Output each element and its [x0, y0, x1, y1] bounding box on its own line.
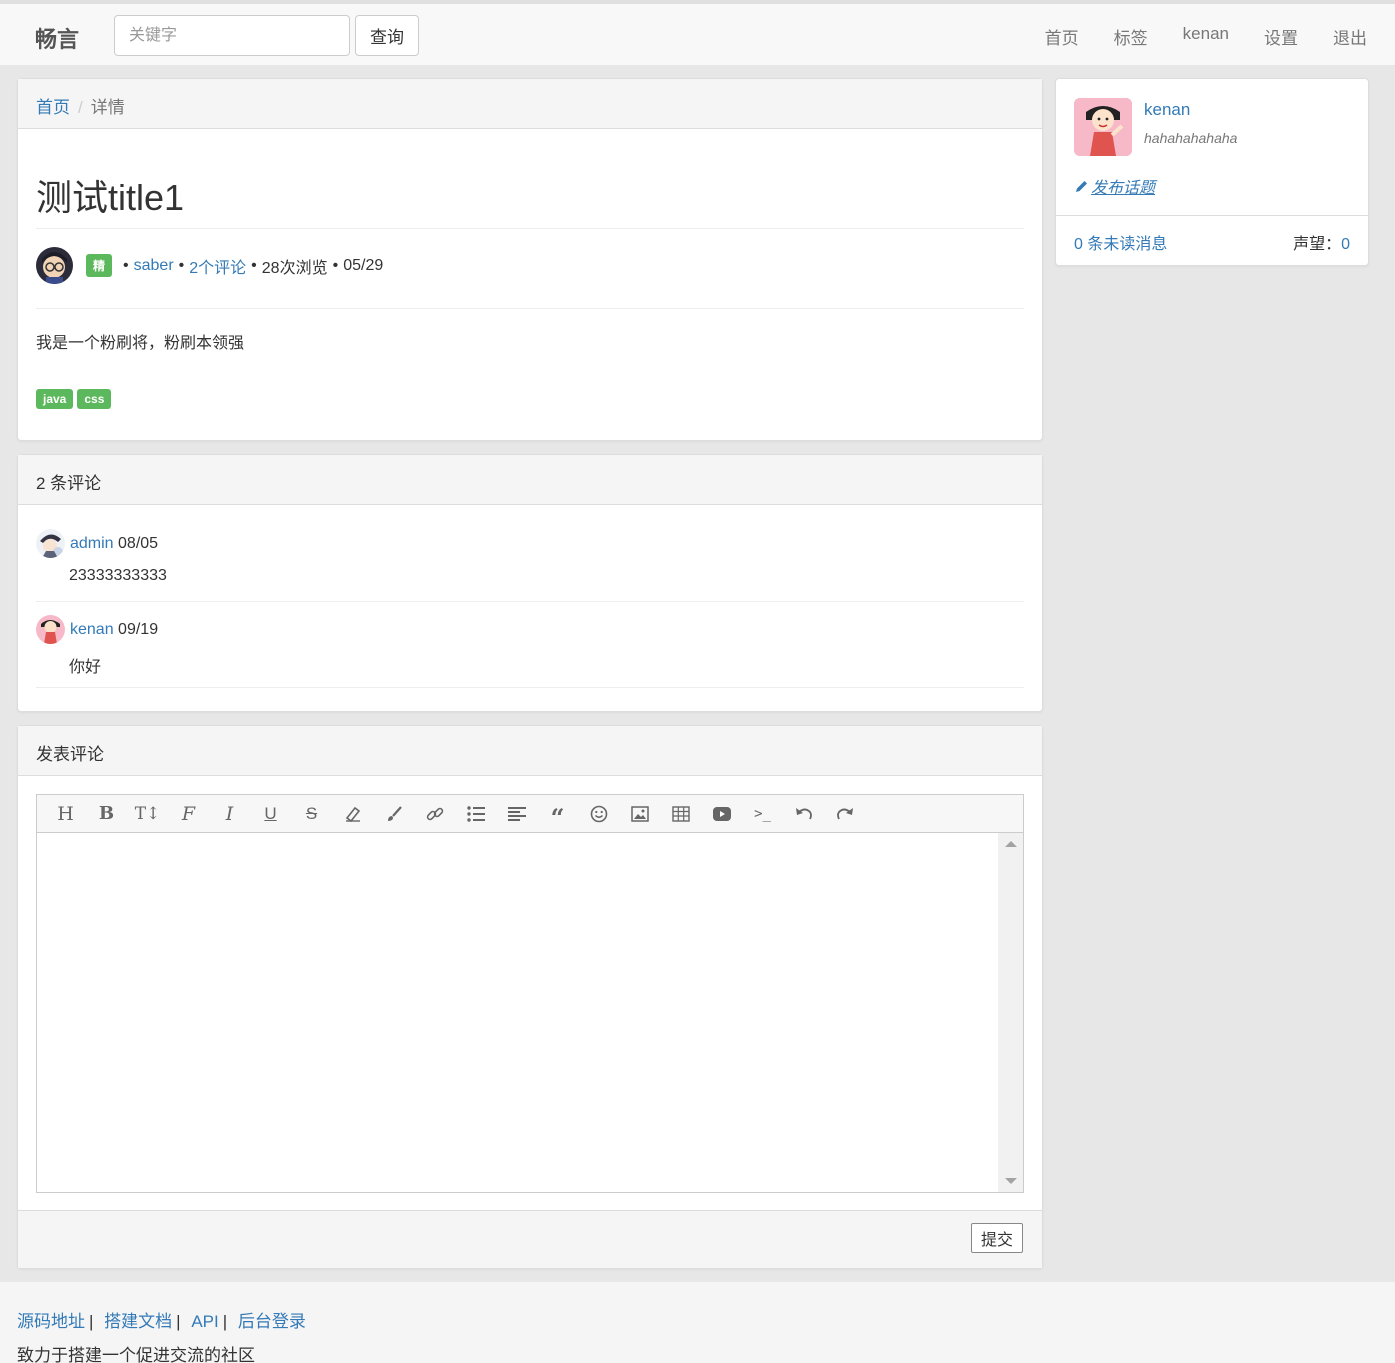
topic-date: 05/29: [343, 256, 384, 274]
editor-toolbar: H B T↕ F I U S “ >_: [37, 795, 1023, 833]
comment-date: 09/19: [118, 620, 159, 638]
quote-icon[interactable]: “: [537, 799, 578, 832]
breadcrumb-separator: /: [78, 98, 83, 117]
new-topic-label: 发布话题: [1091, 180, 1156, 197]
nav-link-home[interactable]: 首页: [1045, 24, 1079, 49]
tag-java[interactable]: java: [36, 389, 74, 409]
commenter-name[interactable]: admin: [70, 535, 114, 553]
footer-separator: |: [176, 1312, 181, 1331]
meta-separator: •: [123, 256, 129, 274]
reply-footer: 提交: [18, 1210, 1042, 1268]
search-input[interactable]: [114, 15, 350, 56]
footer-link-api[interactable]: API: [191, 1312, 218, 1331]
divider: [36, 687, 1024, 688]
top-navbar: 畅言 查询 首页 标签 kenan 设置 退出: [0, 0, 1395, 66]
meta-separator: •: [178, 256, 185, 274]
unread-messages-link[interactable]: 0 条未读消息: [1074, 230, 1167, 254]
italic-icon[interactable]: I: [209, 799, 250, 829]
comment-text: 23333333333: [69, 567, 167, 584]
heading-icon[interactable]: H: [45, 799, 86, 829]
footer-link-admin-login[interactable]: 后台登录: [238, 1312, 306, 1331]
eraser-icon[interactable]: [332, 799, 373, 829]
user-avatar[interactable]: [1074, 98, 1132, 156]
footer-link-source[interactable]: 源码地址: [17, 1312, 85, 1331]
font-size-icon[interactable]: T↕: [127, 799, 168, 829]
divider: [36, 308, 1024, 309]
new-topic-link[interactable]: 发布话题: [1074, 174, 1155, 198]
submit-button[interactable]: 提交: [971, 1223, 1023, 1253]
featured-badge: 精: [86, 254, 113, 277]
user-panel: kenan hahahahahaha 发布话题 0 条未读消息 声望：0: [1055, 78, 1369, 266]
nav-link-tags[interactable]: 标签: [1114, 24, 1148, 49]
comments-count-link[interactable]: 2个评论: [189, 254, 246, 278]
nav-link-logout[interactable]: 退出: [1333, 24, 1367, 49]
breadcrumb: 首页 / 详情: [18, 79, 1042, 129]
brand-logo[interactable]: 畅言: [35, 22, 79, 54]
nav-link-user[interactable]: kenan: [1183, 24, 1229, 49]
table-icon[interactable]: [660, 799, 701, 829]
underline-icon[interactable]: U: [250, 799, 291, 829]
editor-textarea[interactable]: [37, 833, 998, 1192]
reply-panel: 发表评论 H B T↕ F I U S “ >_ 提交: [17, 725, 1043, 1269]
image-icon[interactable]: [619, 799, 660, 829]
divider: [36, 601, 1024, 602]
brush-icon[interactable]: [373, 799, 414, 829]
comment-text: 你好: [69, 659, 102, 676]
topic-tags: java css: [36, 389, 112, 409]
list-icon[interactable]: [455, 799, 496, 829]
page-footer: 源码地址 | 搭建文档 | API | 后台登录 致力于搭建一个促进交流的社区: [0, 1282, 1395, 1363]
comment-date: 08/05: [118, 534, 159, 552]
nav-link-settings[interactable]: 设置: [1264, 24, 1298, 49]
footer-links: 源码地址 | 搭建文档 | API | 后台登录: [17, 1307, 306, 1332]
meta-separator: •: [332, 256, 339, 274]
nav-links: 首页 标签 kenan 设置 退出: [1010, 24, 1367, 49]
reputation-value[interactable]: 0: [1341, 236, 1350, 253]
commenter-name[interactable]: kenan: [70, 621, 114, 639]
redo-icon[interactable]: [824, 799, 865, 829]
commenter-avatar[interactable]: [36, 529, 65, 558]
footer-tagline: 致力于搭建一个促进交流的社区: [17, 1346, 255, 1363]
scroll-down-icon[interactable]: [1005, 1178, 1017, 1184]
font-family-icon[interactable]: F: [168, 799, 209, 829]
scroll-up-icon[interactable]: [1005, 841, 1017, 847]
tag-css[interactable]: css: [77, 389, 112, 409]
footer-separator: |: [222, 1312, 228, 1331]
topic-content: 我是一个粉刷将，粉刷本领强: [36, 335, 245, 352]
undo-icon[interactable]: [783, 799, 824, 829]
comments-panel: 2 条评论 admin 08/05 23333333333 kenan 09/1…: [17, 454, 1043, 712]
divider: [36, 228, 1024, 229]
pencil-icon: [1076, 180, 1087, 192]
comment-item: admin 08/05 23333333333: [36, 529, 1024, 585]
author-link[interactable]: saber: [134, 257, 174, 275]
view-count: 28次浏览: [261, 259, 328, 277]
bold-icon[interactable]: B: [86, 799, 127, 829]
meta-separator: •: [251, 256, 257, 274]
rich-text-editor: H B T↕ F I U S “ >_: [36, 794, 1024, 1193]
reply-header: 发表评论: [18, 726, 1042, 776]
topic-title: 测试title1: [36, 177, 185, 218]
breadcrumb-current: 详情: [90, 98, 125, 117]
footer-link-docs[interactable]: 搭建文档: [104, 1312, 172, 1331]
topic-panel: 首页 / 详情 测试title1 精 • saber • 2个评论 • 28次浏览 …: [17, 78, 1043, 441]
comment-item: kenan 09/19 你好: [36, 615, 1024, 677]
search-button[interactable]: 查询: [355, 15, 419, 56]
author-avatar[interactable]: [36, 247, 73, 284]
reputation: 声望：0: [1293, 230, 1350, 254]
commenter-avatar[interactable]: [36, 615, 65, 644]
user-signature: hahahahahaha: [1144, 130, 1238, 146]
align-icon[interactable]: [496, 799, 537, 829]
link-icon[interactable]: [414, 799, 455, 829]
strikethrough-icon[interactable]: S: [291, 799, 332, 829]
divider: [1056, 215, 1368, 216]
footer-separator: |: [89, 1312, 94, 1331]
breadcrumb-home[interactable]: 首页: [36, 98, 70, 117]
emoji-icon[interactable]: [578, 799, 619, 829]
comments-header: 2 条评论: [18, 455, 1042, 505]
topic-meta: 精 • saber • 2个评论 • 28次浏览 • 05/29: [36, 247, 383, 284]
video-icon[interactable]: [701, 799, 742, 829]
user-name[interactable]: kenan: [1144, 100, 1190, 120]
reputation-label: 声望：: [1293, 236, 1342, 253]
code-icon[interactable]: >_: [742, 799, 783, 829]
editor-scrollbar[interactable]: [998, 833, 1023, 1192]
